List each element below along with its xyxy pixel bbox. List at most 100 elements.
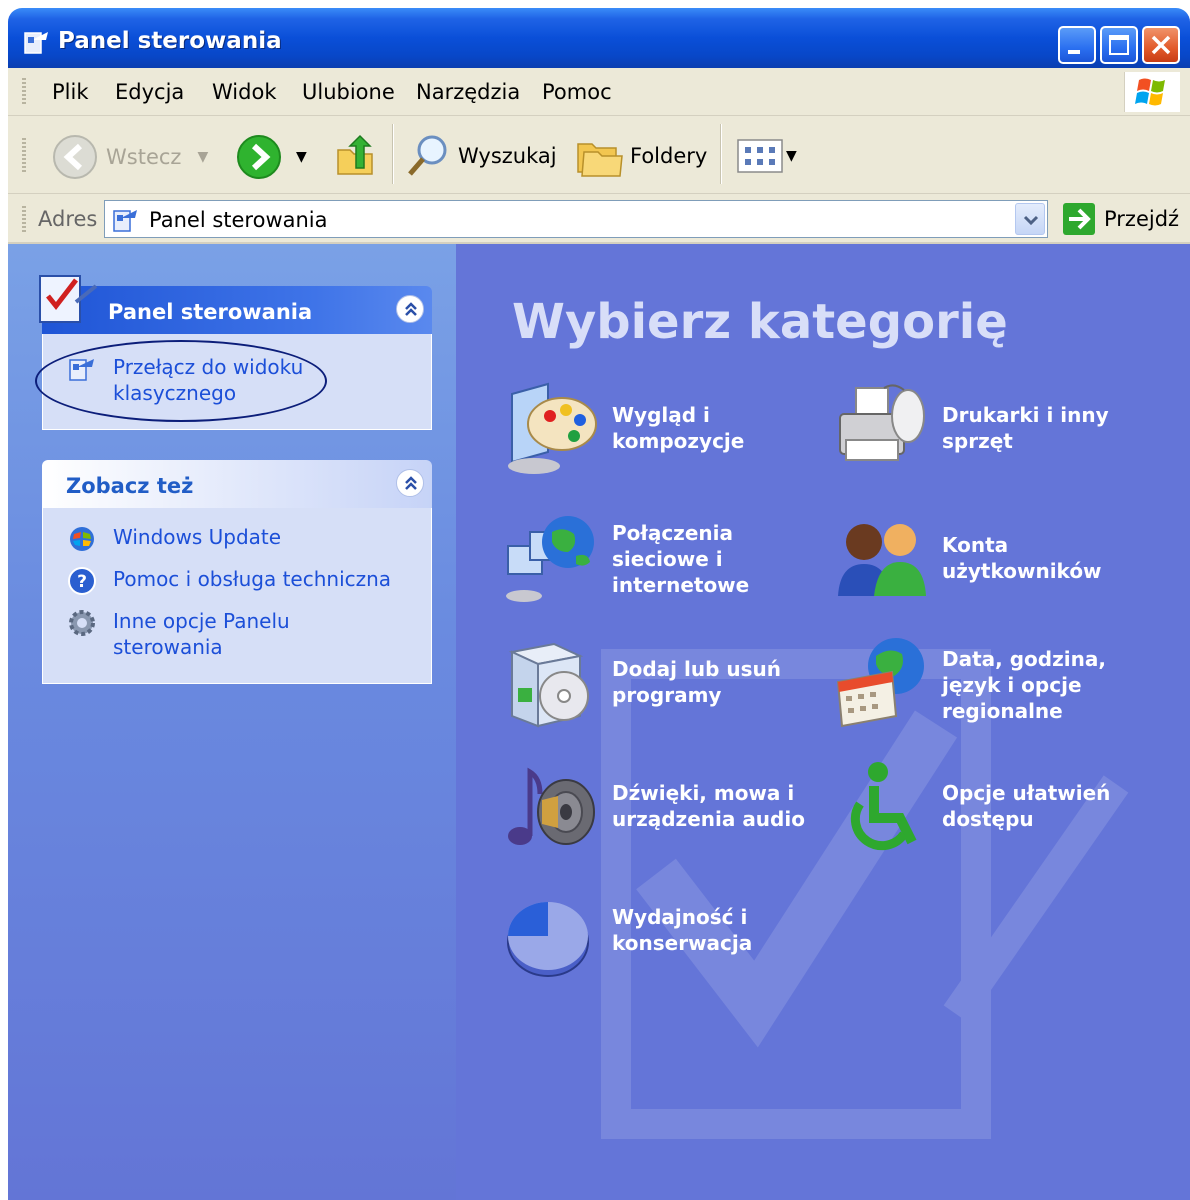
back-button[interactable]: Wstecz ▼ xyxy=(52,134,208,180)
switch-to-classic-view-link[interactable]: Przełącz do widoku klasycznego xyxy=(67,354,431,406)
go-label: Przejdź xyxy=(1104,207,1180,231)
help-support-link[interactable]: ? Pomoc i obsługa techniczna xyxy=(67,566,431,596)
minimize-icon xyxy=(1068,50,1080,54)
help-icon: ? xyxy=(68,567,96,595)
control-panel-icon xyxy=(24,32,48,54)
panel-title: Panel sterowania xyxy=(108,300,313,324)
control-panel-window: Panel sterowania Plik Edycja Widok Ulubi… xyxy=(8,0,1190,1200)
category-accessibility[interactable]: Opcje ułatwień dostępu xyxy=(834,760,1154,870)
category-label: Wydajność i konserwacja xyxy=(612,905,753,955)
windows-update-link[interactable]: Windows Update xyxy=(67,524,431,554)
forward-dropdown-icon[interactable]: ▼ xyxy=(296,149,307,165)
menu-edit[interactable]: Edycja xyxy=(115,80,184,104)
category-label: Drukarki i inny sprzęt xyxy=(942,403,1109,453)
toolbar-grip[interactable] xyxy=(22,138,26,172)
minimize-button[interactable] xyxy=(1058,26,1096,64)
close-button[interactable] xyxy=(1142,26,1180,64)
switch-view-label: Przełącz do widoku klasycznego xyxy=(113,355,304,405)
panel-title: Zobacz też xyxy=(66,474,194,498)
menu-view[interactable]: Widok xyxy=(212,80,276,104)
menu-grip[interactable] xyxy=(22,78,26,106)
close-icon xyxy=(1151,35,1171,55)
add-remove-programs-icon xyxy=(508,642,589,728)
control-panel-icon xyxy=(113,210,137,232)
double-chevron-up-icon xyxy=(405,476,417,490)
category-label: Wygląd i kompozycje xyxy=(612,403,745,453)
category-sounds[interactable]: Dźwięki, mowa i urządzenia audio xyxy=(504,760,824,870)
windows-flag-icon xyxy=(1135,78,1165,106)
toolbar-separator xyxy=(720,124,722,184)
panel-body: Windows Update ? Pomoc i obsługa technic… xyxy=(42,508,432,684)
back-dropdown-icon[interactable]: ▼ xyxy=(197,149,208,165)
user-accounts-icon xyxy=(838,524,926,596)
windows-update-icon xyxy=(70,527,94,551)
views-dropdown-icon[interactable]: ▼ xyxy=(786,148,797,164)
folders-label: Foldery xyxy=(630,144,708,168)
title-bar[interactable]: Panel sterowania xyxy=(8,8,1190,68)
appearance-icon xyxy=(508,382,597,474)
windows-logo xyxy=(1124,72,1180,112)
menu-file[interactable]: Plik xyxy=(52,80,89,104)
category-network[interactable]: Połączenia sieciowe i internetowe xyxy=(504,512,824,622)
double-chevron-up-icon xyxy=(405,302,417,316)
address-dropdown-button[interactable] xyxy=(1015,203,1045,235)
go-button[interactable]: Przejdź xyxy=(1062,202,1179,236)
gear-icon xyxy=(69,610,95,636)
category-label: Połączenia sieciowe i internetowe xyxy=(612,521,750,597)
category-date-time-language[interactable]: Data, godzina, język i opcje regionalne xyxy=(834,636,1154,746)
forward-button[interactable]: ▼ xyxy=(236,134,307,180)
category-performance[interactable]: Wydajność i konserwacja xyxy=(504,884,824,994)
menu-bar: Plik Edycja Widok Ulubione Narzędzia Pom… xyxy=(8,68,1190,116)
category-appearance[interactable]: Wygląd i kompozycje xyxy=(504,382,824,492)
collapse-button[interactable] xyxy=(396,295,424,323)
folders-button[interactable]: Foldery xyxy=(576,134,707,178)
task-pane: Panel sterowania Przełącz do widoku klas… xyxy=(8,244,456,1200)
chevron-down-icon xyxy=(1023,215,1039,226)
category-label: Dodaj lub usuń programy xyxy=(612,657,781,707)
category-add-remove-programs[interactable]: Dodaj lub usuń programy xyxy=(504,636,824,746)
search-button[interactable]: Wyszukaj xyxy=(404,132,557,180)
forward-arrow-icon xyxy=(237,135,281,179)
category-user-accounts[interactable]: Konta użytkowników xyxy=(834,512,1154,622)
menu-favorites[interactable]: Ulubione xyxy=(302,80,395,104)
help-support-label: Pomoc i obsługa techniczna xyxy=(113,567,392,591)
panel-header[interactable]: Panel sterowania xyxy=(39,275,432,334)
maximize-button[interactable] xyxy=(1100,26,1138,64)
toolbar-separator xyxy=(392,124,394,184)
address-value: Panel sterowania xyxy=(149,208,328,232)
search-label: Wyszukaj xyxy=(458,144,557,168)
up-folder-icon xyxy=(337,134,373,175)
svg-text:?: ? xyxy=(77,572,87,592)
sound-icon xyxy=(508,767,595,845)
address-label: Adres xyxy=(38,207,98,231)
window-title: Panel sterowania xyxy=(58,28,282,54)
category-label: Konta użytkowników xyxy=(942,533,1102,583)
go-arrow-icon xyxy=(1063,203,1095,235)
menu-help[interactable]: Pomoc xyxy=(542,80,612,104)
other-options-link[interactable]: Inne opcje Panelu sterowania xyxy=(67,608,431,660)
category-label: Dźwięki, mowa i urządzenia audio xyxy=(612,781,805,831)
collapse-button[interactable] xyxy=(396,469,424,497)
content-area: Panel sterowania Przełącz do widoku klas… xyxy=(8,244,1190,1200)
category-view: Wybierz kategorię Wygląd i kompozycje Dr… xyxy=(456,244,1190,1200)
back-arrow-icon xyxy=(53,135,97,179)
address-grip[interactable] xyxy=(22,206,26,232)
address-bar: Adres Panel sterowania Przejdź xyxy=(8,194,1190,244)
date-time-globe-icon xyxy=(836,638,924,728)
panel-header[interactable]: Zobacz też xyxy=(42,460,432,508)
views-icon xyxy=(737,139,783,173)
address-input[interactable]: Panel sterowania xyxy=(104,200,1048,238)
see-also-panel: Zobacz też Windows Update ? Pomoc i obsł… xyxy=(42,460,432,684)
accessibility-icon xyxy=(850,762,917,851)
category-printers[interactable]: Drukarki i inny sprzęt xyxy=(834,382,1154,492)
performance-icon xyxy=(507,902,589,977)
views-button[interactable]: ▼ xyxy=(736,138,797,174)
windows-update-label: Windows Update xyxy=(113,525,282,549)
control-panel-tasks: Panel sterowania Przełącz do widoku klas… xyxy=(35,275,432,430)
menu-tools[interactable]: Narzędzia xyxy=(416,80,520,104)
search-icon xyxy=(408,135,447,176)
control-panel-large-icon xyxy=(39,275,98,323)
up-folder-button[interactable] xyxy=(334,134,378,180)
category-label: Data, godzina, język i opcje regionalne xyxy=(942,647,1106,723)
network-icon xyxy=(506,516,594,602)
